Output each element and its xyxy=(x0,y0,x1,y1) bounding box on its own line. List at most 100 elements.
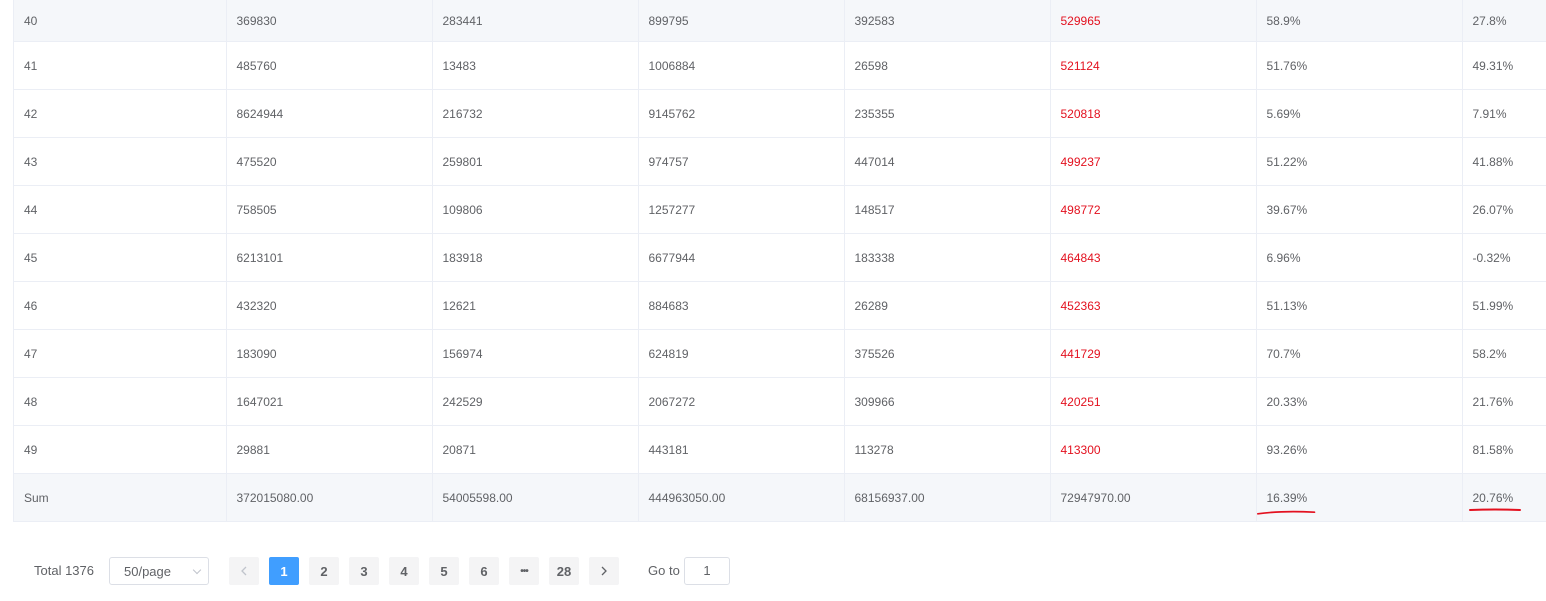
table-cell: 485760 xyxy=(226,41,433,90)
table-cell: 45 xyxy=(14,233,227,282)
table-row: 40 369830 283441 899795 392583 529965 58.9% 27.… xyxy=(14,0,1546,42)
next-page-button[interactable] xyxy=(589,557,619,585)
table-cell: 21.76% xyxy=(1462,377,1546,426)
table-cell: 392583 xyxy=(844,0,1051,42)
table-cell: 148517 xyxy=(844,185,1051,234)
table-cell: 44 xyxy=(14,185,227,234)
table-cell: 441729 xyxy=(1050,329,1257,378)
table-cell: 6.96% xyxy=(1256,233,1463,282)
table-cell: 26289 xyxy=(844,281,1051,330)
table-cell: 1257277 xyxy=(638,185,845,234)
table-cell: 183090 xyxy=(226,329,433,378)
table-cell: 758505 xyxy=(226,185,433,234)
table-row: 42 8624944 216732 9145762 235355 520818 5.69% 7… xyxy=(14,89,1546,138)
page-button-28[interactable]: 28 xyxy=(549,557,579,585)
table-row: 44 758505 109806 1257277 148517 498772 39.67% 2… xyxy=(14,185,1546,234)
page-button-5[interactable]: 5 xyxy=(429,557,459,585)
table-cell: 26598 xyxy=(844,41,1051,90)
table-cell: 6213101 xyxy=(226,233,433,282)
table-cell: 447014 xyxy=(844,137,1051,186)
goto-page-input[interactable]: 1 xyxy=(684,557,730,585)
table-cell: 259801 xyxy=(432,137,639,186)
chevron-left-icon xyxy=(241,566,247,576)
table-cell: -0.32% xyxy=(1462,233,1546,282)
pagination: Total 1376 50/page 1 2 3 4 5 6 ••• 28 Go… xyxy=(0,557,1546,585)
goto-label: Go to xyxy=(648,563,680,578)
table-cell: 81.58% xyxy=(1462,425,1546,474)
table-cell: 113278 xyxy=(844,425,1051,474)
table-row: 47 183090 156974 624819 375526 441729 70.7% 58.… xyxy=(14,329,1546,378)
table-cell: 51.99% xyxy=(1462,281,1546,330)
table-cell: 974757 xyxy=(638,137,845,186)
table-row: 49 29881 20871 443181 113278 413300 93.26% 81.5… xyxy=(14,425,1546,474)
table-cell: 12621 xyxy=(432,281,639,330)
total-count: Total 1376 xyxy=(34,563,94,578)
table-cell: 29881 xyxy=(226,425,433,474)
table-cell: 413300 xyxy=(1050,425,1257,474)
table-cell: 51.76% xyxy=(1256,41,1463,90)
table-cell: 475520 xyxy=(226,137,433,186)
table-cell: 156974 xyxy=(432,329,639,378)
table-cell: 529965 xyxy=(1050,0,1257,42)
table-cell: 375526 xyxy=(844,329,1051,378)
page-size-value: 50/page xyxy=(124,564,171,579)
table-cell: 20.33% xyxy=(1256,377,1463,426)
table-cell: 6677944 xyxy=(638,233,845,282)
page-button-6[interactable]: 6 xyxy=(469,557,499,585)
sum-cell: 68156937.00 xyxy=(844,473,1051,522)
table-cell: 5.69% xyxy=(1256,89,1463,138)
sum-cell: 372015080.00 xyxy=(226,473,433,522)
table-row: 41 485760 13483 1006884 26598 521124 51.76% 49.… xyxy=(14,41,1546,90)
data-table: 40 369830 283441 899795 392583 529965 58.9% 27.… xyxy=(13,0,1546,522)
table-cell: 521124 xyxy=(1050,41,1257,90)
prev-page-button[interactable] xyxy=(229,557,259,585)
table-cell: 46 xyxy=(14,281,227,330)
table-cell: 1647021 xyxy=(226,377,433,426)
page-button-4[interactable]: 4 xyxy=(389,557,419,585)
table-cell: 51.13% xyxy=(1256,281,1463,330)
table-cell: 40 xyxy=(14,0,227,42)
page-button-3[interactable]: 3 xyxy=(349,557,379,585)
table-cell: 26.07% xyxy=(1462,185,1546,234)
table-row: 48 1647021 242529 2067272 309966 420251 20.33%… xyxy=(14,377,1546,426)
table-cell: 9145762 xyxy=(638,89,845,138)
table-cell: 70.7% xyxy=(1256,329,1463,378)
table-cell: 309966 xyxy=(844,377,1051,426)
table-cell: 1006884 xyxy=(638,41,845,90)
table-cell: 8624944 xyxy=(226,89,433,138)
table-cell: 58.2% xyxy=(1462,329,1546,378)
table-cell: 41 xyxy=(14,41,227,90)
sum-cell: 54005598.00 xyxy=(432,473,639,522)
page-button-1[interactable]: 1 xyxy=(269,557,299,585)
table-cell: 109806 xyxy=(432,185,639,234)
table-cell: 2067272 xyxy=(638,377,845,426)
table-cell: 624819 xyxy=(638,329,845,378)
sum-cell: 72947970.00 xyxy=(1050,473,1257,522)
table-cell: 93.26% xyxy=(1256,425,1463,474)
page-size-select[interactable]: 50/page xyxy=(109,557,209,585)
table-cell: 43 xyxy=(14,137,227,186)
table-cell: 283441 xyxy=(432,0,639,42)
more-pages-button[interactable]: ••• xyxy=(509,557,539,585)
chevron-right-icon xyxy=(601,566,607,576)
ellipsis-icon: ••• xyxy=(520,565,528,577)
table-cell: 369830 xyxy=(226,0,433,42)
table-cell: 443181 xyxy=(638,425,845,474)
table-cell: 7.91% xyxy=(1462,89,1546,138)
page-button-2[interactable]: 2 xyxy=(309,557,339,585)
table-cell: 520818 xyxy=(1050,89,1257,138)
table-cell: 183338 xyxy=(844,233,1051,282)
sum-cell: 444963050.00 xyxy=(638,473,845,522)
table-cell: 464843 xyxy=(1050,233,1257,282)
table-cell: 499237 xyxy=(1050,137,1257,186)
chevron-down-icon xyxy=(192,565,202,575)
table-cell: 432320 xyxy=(226,281,433,330)
table-row: 43 475520 259801 974757 447014 499237 51.22% 41… xyxy=(14,137,1546,186)
table-cell: 58.9% xyxy=(1256,0,1463,42)
table-cell: 41.88% xyxy=(1462,137,1546,186)
table-cell: 13483 xyxy=(432,41,639,90)
table-cell: 884683 xyxy=(638,281,845,330)
table-cell: 49.31% xyxy=(1462,41,1546,90)
table-cell: 20871 xyxy=(432,425,639,474)
table-cell: 498772 xyxy=(1050,185,1257,234)
